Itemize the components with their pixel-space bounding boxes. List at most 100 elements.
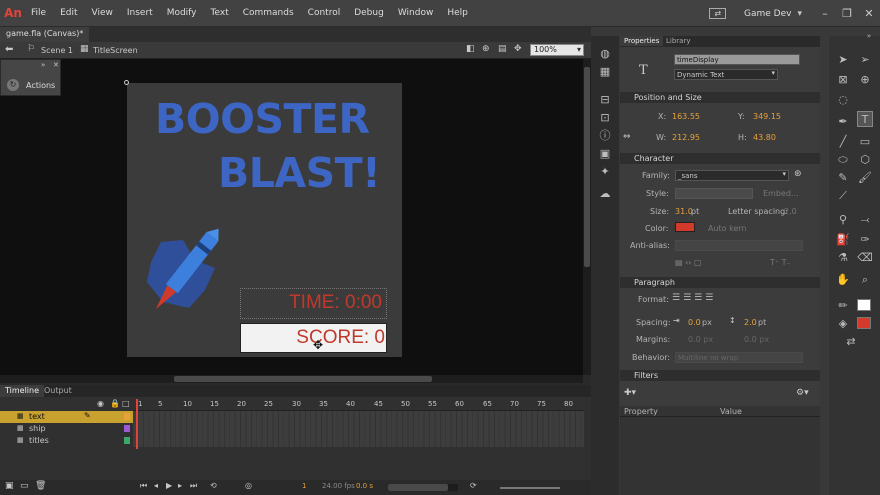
tab-output[interactable]: Output (44, 386, 72, 395)
oval-tool-icon[interactable]: ⬭ (835, 152, 851, 168)
letter-spacing-value[interactable]: 2.0 (784, 207, 797, 216)
last-frame-icon[interactable]: ⏭ (190, 481, 197, 491)
eyedropper-icon[interactable]: ⚗ (835, 250, 851, 266)
pen-tool-icon[interactable]: ✒ (835, 114, 851, 130)
breadcrumb-scene[interactable]: Scene 1 (41, 46, 73, 55)
minimize-icon[interactable]: – (814, 7, 836, 20)
subselection-tool-icon[interactable]: ➢ (857, 52, 873, 68)
current-frame[interactable]: 1 (302, 482, 306, 490)
paint-brush-icon[interactable]: ⟋ (835, 188, 851, 204)
line-spacing-value[interactable]: 2.0 (744, 318, 757, 327)
auto-kern-checkbox[interactable]: Auto kern (708, 224, 747, 233)
menu-help[interactable]: Help (447, 8, 468, 18)
swatches-panel-icon[interactable]: ▦ (597, 64, 613, 80)
text-type-select[interactable]: Dynamic Text ▾ (674, 69, 778, 80)
superscript-icons[interactable]: T⁺ T₋ (770, 258, 791, 267)
line-tool-icon[interactable]: ╱ (835, 134, 851, 150)
add-filter-icon[interactable]: ✚▾ (624, 388, 636, 398)
components-panel-icon[interactable]: ▣ (597, 146, 613, 162)
vertical-scroll-thumb[interactable] (584, 67, 590, 267)
selection-tool-icon[interactable]: ➤ (835, 52, 851, 68)
zoom-tool-icon[interactable]: ⌕ (857, 272, 873, 288)
instance-name-input[interactable]: timeDisplay (674, 54, 800, 65)
polystar-tool-icon[interactable]: ⬡ (857, 152, 873, 168)
character-header[interactable]: Character (620, 153, 820, 164)
center-frame-icon[interactable]: ⟳ (470, 481, 477, 490)
next-frame-icon[interactable]: ▸ (178, 481, 182, 490)
tab-properties[interactable]: Properties (620, 36, 664, 46)
restore-icon[interactable]: ❐ (836, 7, 858, 20)
horizontal-scroll-thumb[interactable] (174, 376, 432, 382)
library-cc-icon[interactable]: ☁ (597, 186, 613, 202)
menu-modify[interactable]: Modify (167, 8, 197, 18)
bone-tool-icon[interactable]: ⚲ (835, 212, 851, 228)
sync-settings-icon[interactable]: ⇄ (709, 8, 727, 19)
paint-bucket-icon[interactable]: ⛽ (835, 232, 851, 248)
info-panel-icon[interactable]: ⓘ (597, 128, 613, 144)
stroke-color-swatch[interactable] (857, 299, 871, 311)
stroke-color-icon[interactable]: ✏ (835, 298, 851, 314)
margin-right-value[interactable]: 0.0 px (744, 335, 769, 344)
text-format-icons[interactable]: ▤ ‹› ▢ (675, 258, 702, 267)
panel-collapse-icon[interactable]: » (41, 61, 45, 69)
close-icon[interactable]: ✕ (858, 7, 880, 20)
layer-row-titles[interactable]: ▦ titles (0, 435, 133, 447)
ink-bottle-icon[interactable]: ✑ (857, 232, 873, 248)
breadcrumb-symbol[interactable]: TitleScreen (93, 46, 138, 55)
elapsed-time[interactable]: 0.0 s (356, 482, 373, 490)
time-text-field[interactable]: TIME: 0:00 (240, 288, 387, 319)
vertical-scrollbar[interactable] (583, 59, 591, 375)
actions-panel[interactable]: ↻ Actions » ✕ (0, 59, 61, 96)
color-panel-icon[interactable]: ◍ (597, 46, 613, 62)
stage-canvas[interactable]: BOOSTER BLAST! TIME: 0:00 SCORE: 0 ✥ (127, 83, 402, 357)
link-dimensions-icon[interactable]: ⇔ (623, 132, 631, 142)
font-family-select[interactable]: _sans ▾ (675, 170, 789, 181)
embed-button[interactable]: Embed... (763, 189, 799, 198)
timeline-hscroll[interactable] (388, 484, 458, 491)
tab-library[interactable]: Library (666, 37, 690, 45)
new-folder-icon[interactable]: ▭ (20, 481, 29, 491)
y-value[interactable]: 349.15 (753, 112, 781, 121)
layer-row-text[interactable]: ▦ text ✎ (0, 411, 133, 423)
playhead[interactable] (136, 399, 138, 449)
zoom-select[interactable]: 100% ▾ (530, 44, 584, 56)
font-style-select[interactable] (675, 188, 753, 199)
zoom-slider[interactable] (500, 487, 560, 489)
menu-text[interactable]: Text (211, 8, 229, 18)
layer-row-ship[interactable]: ▦ ship (0, 423, 133, 435)
position-size-header[interactable]: Position and Size (620, 92, 820, 103)
onion-skin-icon[interactable]: ◎ (245, 481, 252, 490)
gradient-transform-icon[interactable]: ⊕ (857, 72, 873, 88)
swap-colors-icon[interactable]: ⇄ (843, 334, 859, 350)
workspace-chevron-icon[interactable]: ▾ (797, 9, 802, 19)
w-value[interactable]: 212.95 (672, 133, 700, 142)
hand-tool-icon[interactable]: ✋ (835, 272, 851, 288)
menu-edit[interactable]: Edit (60, 8, 77, 18)
x-value[interactable]: 163.55 (672, 112, 700, 121)
brush-tool-icon[interactable]: 🖌 (857, 170, 873, 186)
menu-view[interactable]: View (92, 8, 113, 18)
frame-grid[interactable] (133, 411, 584, 447)
frame-rate[interactable]: 24.00 fps (322, 482, 355, 490)
menu-insert[interactable]: Insert (127, 8, 153, 18)
rectangle-tool-icon[interactable]: ▭ (857, 134, 873, 150)
transform-panel-icon[interactable]: ⊡ (597, 110, 613, 126)
margin-left-value[interactable]: 0.0 px (688, 335, 713, 344)
doc-tab[interactable]: game.fla (Canvas)* (0, 27, 90, 42)
edit-scene-icon[interactable]: ▤ (498, 44, 507, 54)
filters-header[interactable]: Filters (620, 370, 820, 381)
new-layer-icon[interactable]: ▣ (5, 481, 14, 491)
text-tool-button-icon[interactable]: T (857, 111, 873, 127)
prev-frame-icon[interactable]: ◂ (154, 481, 158, 490)
filter-table-body[interactable] (620, 417, 820, 495)
timeline-hscroll-thumb[interactable] (388, 484, 448, 491)
center-stage-icon[interactable]: ⊕ (482, 44, 490, 54)
edit-symbols-icon[interactable]: ✥ (514, 44, 522, 54)
indent-value[interactable]: 0.0 (688, 318, 701, 327)
menu-control[interactable]: Control (308, 8, 341, 18)
motion-presets-icon[interactable]: ✦ (597, 164, 613, 180)
align-buttons[interactable]: ☰☰☰☰ (672, 293, 716, 303)
panel-close-icon[interactable]: ✕ (53, 61, 59, 69)
align-panel-icon[interactable]: ⊟ (597, 92, 613, 108)
pencil-tool-icon[interactable]: ✎ (835, 170, 851, 186)
